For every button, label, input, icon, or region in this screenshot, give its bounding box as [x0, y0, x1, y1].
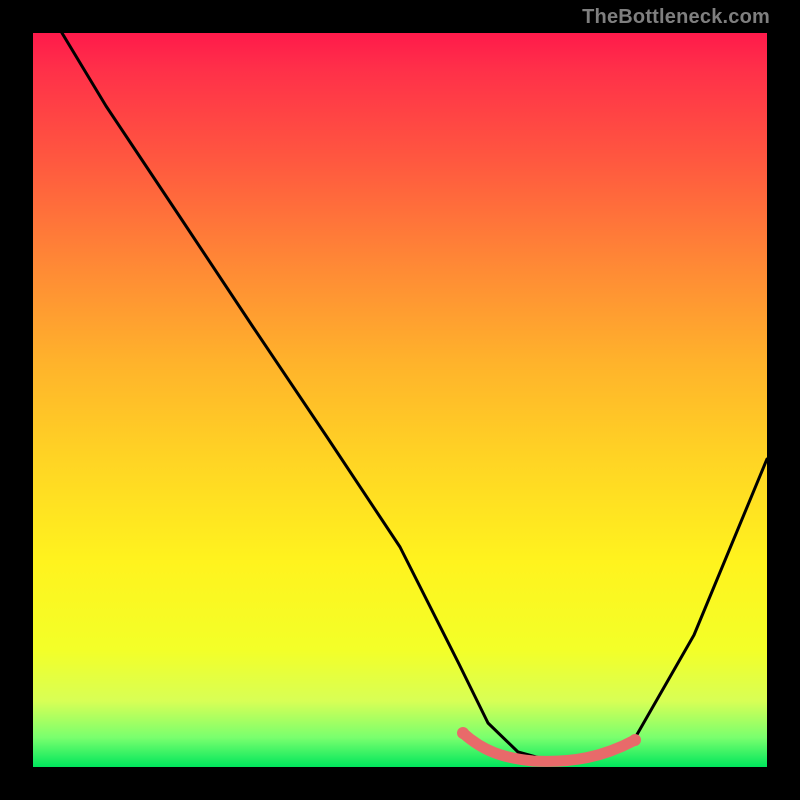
optimal-range-marker	[463, 733, 635, 761]
curve-layer	[33, 33, 767, 767]
watermark-text: TheBottleneck.com	[582, 6, 770, 29]
bottleneck-curve	[62, 33, 767, 760]
chart-frame: TheBottleneck.com	[0, 0, 800, 800]
optimal-range-end-dot	[457, 727, 469, 739]
plot-area	[33, 33, 767, 767]
optimal-range-end-dot	[629, 734, 641, 746]
